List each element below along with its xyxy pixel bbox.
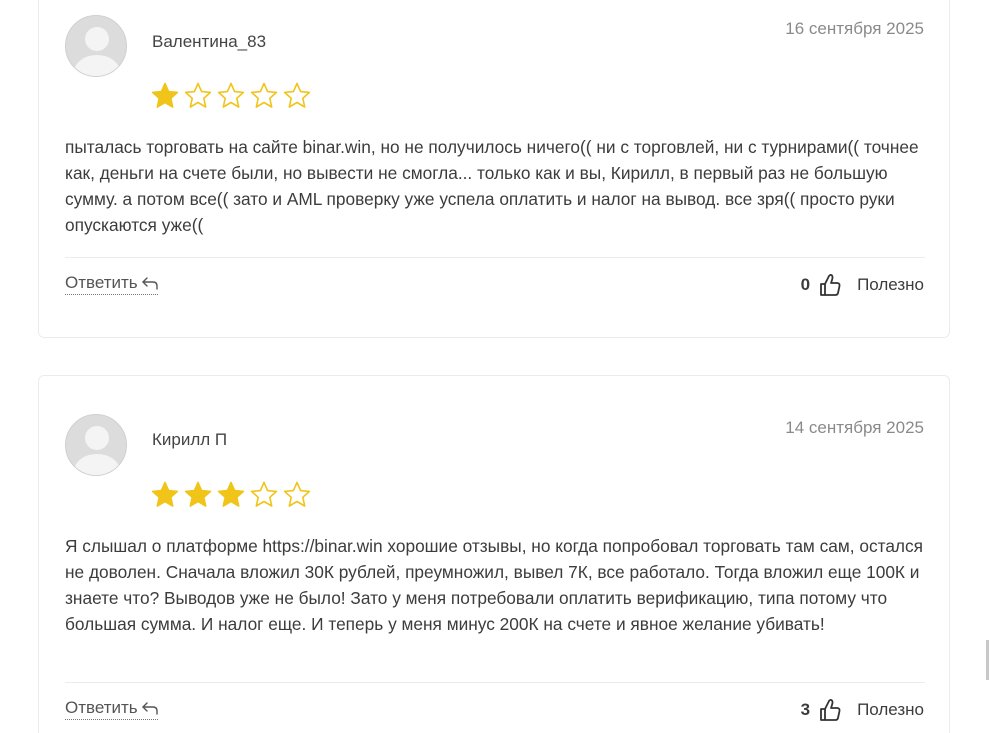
reviews-page: Валентина_83 16 сентября 2025 пыталась т… [0, 0, 989, 733]
reply-button[interactable]: Ответить [65, 698, 158, 720]
reply-label: Ответить [65, 698, 138, 717]
star-empty-icon [283, 481, 311, 507]
review-author: Кирилл П [152, 430, 228, 449]
reply-arrow-icon [141, 702, 158, 715]
star-empty-icon [184, 82, 212, 108]
helpful-label: Полезно [857, 275, 924, 294]
review-text: Я слышал о платформе https://binar.win х… [65, 536, 924, 634]
star-empty-icon [217, 82, 245, 108]
helpful-vote: 0 Полезно [801, 273, 924, 297]
helpful-label: Полезно [857, 700, 924, 719]
vote-count: 3 [800, 700, 811, 719]
star-empty-icon [250, 481, 278, 507]
thumbs-up-icon[interactable] [819, 698, 841, 722]
reply-label: Ответить [65, 273, 138, 292]
review-author: Валентина_83 [152, 32, 267, 51]
reply-arrow-icon [141, 277, 158, 290]
rating-stars [150, 480, 312, 510]
review-card: Валентина_83 16 сентября 2025 пыталась т… [38, 0, 950, 338]
rating-stars [150, 81, 312, 111]
star-filled-icon [217, 481, 245, 507]
user-avatar-icon [65, 414, 127, 476]
vote-count: 0 [800, 275, 811, 294]
star-empty-icon [283, 82, 311, 108]
divider [65, 682, 925, 683]
star-filled-icon [184, 481, 212, 507]
divider [65, 257, 925, 258]
review-date: 16 сентября 2025 [785, 19, 924, 38]
star-empty-icon [250, 82, 278, 108]
star-filled-icon [151, 82, 179, 108]
review-card: Кирилл П 14 сентября 2025 Я слышал о пла… [38, 375, 950, 733]
star-filled-icon [151, 481, 179, 507]
review-text: пыталась торговать на сайте binar.win, н… [65, 137, 919, 235]
helpful-vote: 3 Полезно [801, 698, 924, 722]
user-avatar-icon [65, 15, 127, 77]
reply-button[interactable]: Ответить [65, 273, 158, 295]
thumbs-up-icon[interactable] [819, 273, 841, 297]
review-date: 14 сентября 2025 [785, 418, 924, 437]
